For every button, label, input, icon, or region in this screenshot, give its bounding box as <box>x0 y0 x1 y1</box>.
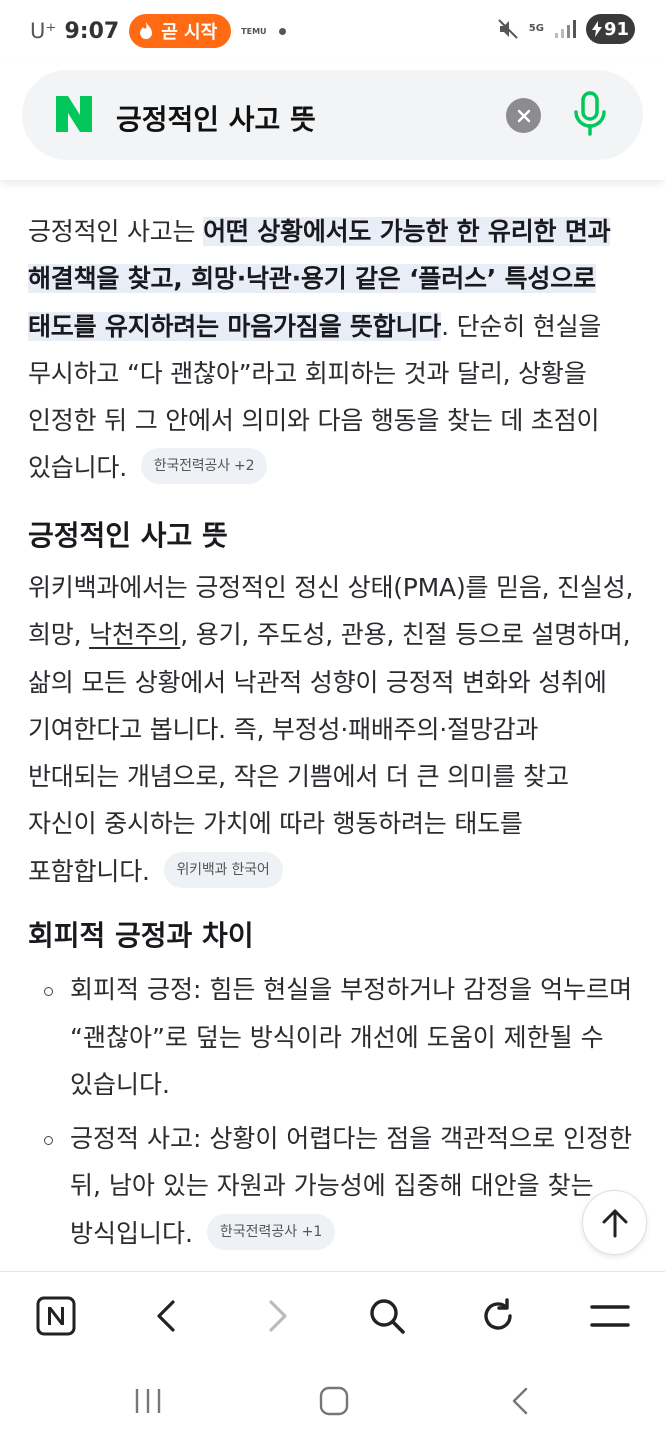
forward-icon <box>269 1300 287 1332</box>
more-notifications-dot <box>278 27 286 35</box>
charging-icon <box>591 21 602 37</box>
link-optimism[interactable]: 낙천주의 <box>89 620 180 649</box>
system-navigation-bar <box>0 1359 665 1440</box>
naver-logo-icon[interactable] <box>54 94 94 134</box>
search-icon <box>370 1299 405 1334</box>
live-chip-label: 곧 시작 <box>161 22 218 43</box>
list-item: 회피적 긍정: 힘든 현실을 부정하거나 감정을 억누르며 “괜찮아”로 덮는 … <box>28 966 638 1109</box>
temu-logo-text: TEMU <box>241 26 267 36</box>
status-icons: 5G 91 <box>497 14 635 44</box>
signal-icon <box>554 20 576 38</box>
mic-icon[interactable] <box>570 90 610 138</box>
list-item: 긍정적 사고: 상황이 어렵다는 점을 객관적으로 인정한 뒤, 남아 있는 자… <box>28 1115 638 1258</box>
search-box[interactable]: 긍정적인 사고 뜻 <box>22 70 643 160</box>
arrow-up-icon <box>602 1209 627 1237</box>
section-heading: 긍정적인 사고 뜻 <box>28 519 228 552</box>
back-icon <box>157 1300 175 1332</box>
citation-chip[interactable]: 한국전력공사 +1 <box>206 1213 336 1250</box>
live-start-chip[interactable]: 곧 시작 <box>129 14 232 48</box>
flame-icon <box>140 22 153 39</box>
forward-button[interactable] <box>256 1294 300 1338</box>
refresh-button[interactable] <box>476 1294 520 1338</box>
recent-apps-icon <box>135 1389 161 1413</box>
system-back-button[interactable] <box>500 1381 540 1421</box>
citation-chip[interactable]: 위키백과 한국어 <box>163 851 283 888</box>
bullet-icon <box>44 1135 53 1145</box>
search-input[interactable]: 긍정적인 사고 뜻 <box>116 98 316 138</box>
status-bar: U⁺ 9:07 곧 시작 TEMU 5G 91 <box>0 0 665 62</box>
scroll-to-top-button[interactable] <box>582 1190 647 1255</box>
battery-level: 91 <box>603 18 629 40</box>
battery-indicator: 91 <box>585 14 635 44</box>
menu-icon <box>590 1305 630 1327</box>
section-heading: 회피적 긍정과 차이 <box>28 919 254 952</box>
search-button[interactable] <box>365 1294 409 1338</box>
recent-apps-button[interactable] <box>128 1381 168 1421</box>
back-button[interactable] <box>144 1294 188 1338</box>
clear-icon <box>517 109 530 122</box>
intro-lead: 긍정적인 사고는 <box>28 217 204 246</box>
comparison-list: 회피적 긍정: 힘든 현실을 부정하거나 감정을 억누르며 “괜찮아”로 덮는 … <box>28 966 638 1263</box>
temu-notification-icon: TEMU <box>241 27 266 36</box>
home-button[interactable] <box>314 1381 354 1421</box>
intro-paragraph: 긍정적인 사고는 어떤 상황에서도 가능한 한 유리한 면과 해결책을 찾고, … <box>28 208 636 492</box>
search-header: 긍정적인 사고 뜻 <box>0 62 665 180</box>
list-item-text: 회피적 긍정: 힘든 현실을 부정하거나 감정을 억누르며 “괜찮아”로 덮는 … <box>70 975 633 1099</box>
mute-icon <box>498 19 518 39</box>
clear-button[interactable] <box>506 98 541 133</box>
menu-button[interactable] <box>588 1294 632 1338</box>
citation-chip[interactable]: 한국전력공사 +2 <box>140 448 268 485</box>
answer-content: 긍정적인 사고는 어떤 상황에서도 가능한 한 유리한 면과 해결책을 찾고, … <box>0 196 665 1271</box>
refresh-icon <box>484 1298 512 1330</box>
clock: 9:07 <box>64 18 120 44</box>
section1-text-after: , 용기, 주도성, 관용, 친절 등으로 설명하며, 삶의 모든 상황에서 낙… <box>28 620 631 886</box>
system-back-icon <box>512 1387 528 1415</box>
network-label: 5G <box>528 23 544 34</box>
naver-home-button[interactable] <box>34 1294 78 1338</box>
section1-paragraph: 위키백과에서는 긍정적인 정신 상태(PMA)를 믿음, 진실성, 희망, 낙천… <box>28 564 636 895</box>
network-5g-icon: 5G <box>529 24 544 34</box>
list-item-text: 긍정적 사고: 상황이 어렵다는 점을 객관적으로 인정한 뒤, 남아 있는 자… <box>70 1123 633 1248</box>
browser-toolbar <box>0 1271 665 1359</box>
bullet-icon <box>44 987 53 996</box>
carrier-label: U⁺ <box>30 19 57 43</box>
home-icon <box>319 1386 349 1416</box>
naver-home-icon <box>36 1296 76 1336</box>
